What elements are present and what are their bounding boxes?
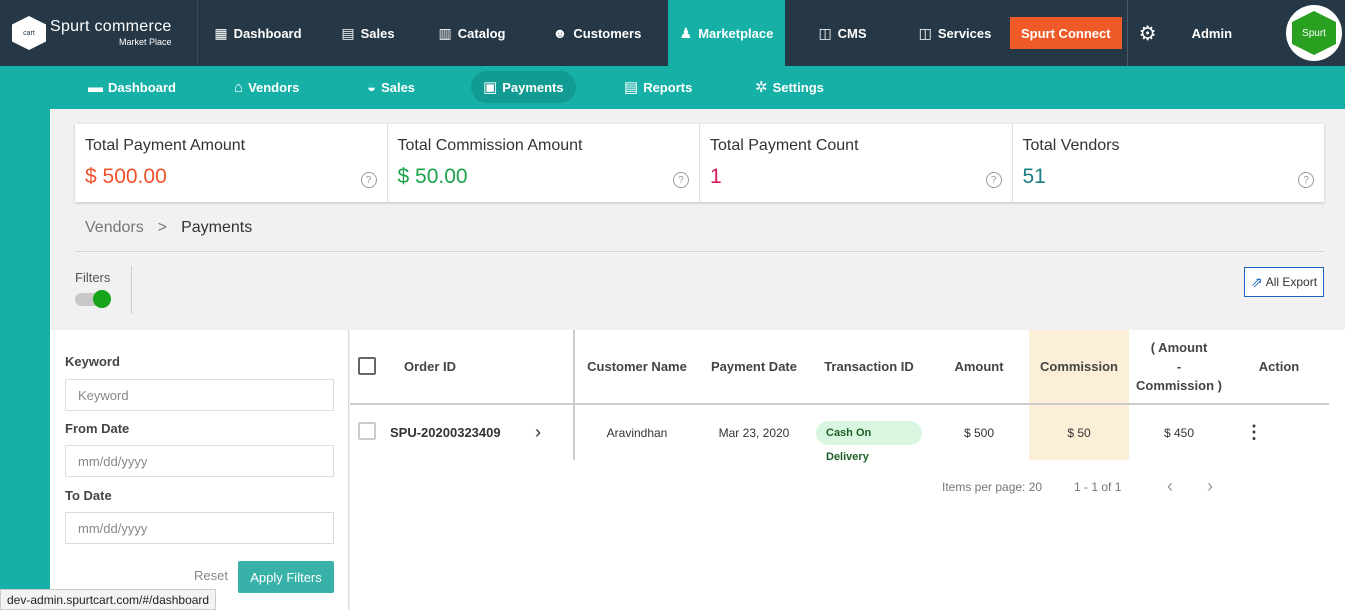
filters-separator [131, 266, 132, 314]
status-url: dev-admin.spurtcart.com/#/dashboard [0, 589, 217, 610]
subnav-reports[interactable]: ▤ Reports [612, 71, 704, 103]
basket-icon: ◒ [367, 78, 377, 96]
payments-table: Order ID Customer Name Payment Date Tran… [350, 330, 1345, 610]
transaction-chip: Cash On Delivery [816, 420, 922, 463]
header-customer-name[interactable]: Customer Name [585, 330, 689, 403]
marketplace-icon: ♟ [679, 24, 693, 41]
filter-panel: Keyword Keyword From Date mm/dd/yyyy To … [50, 330, 349, 610]
settings-icon: ✲ [755, 79, 768, 96]
help-icon[interactable]: ? [673, 172, 689, 188]
page-range: 1 - 1 of 1 [1074, 480, 1122, 494]
subnav-vendors[interactable]: ⌂ Vendors [222, 71, 311, 103]
subnav-payments[interactable]: ▣ Payments [471, 71, 576, 103]
breadcrumb-current: Payments [181, 219, 253, 236]
header-net-amount[interactable]: ( Amount - Commission ) [1129, 330, 1229, 403]
cms-icon: ◫ [818, 24, 832, 41]
subnav-sales[interactable]: ◒ Sales [355, 71, 427, 103]
export-icon: ⇗ [1250, 273, 1263, 290]
nav-marketplace[interactable]: ♟ Marketplace [668, 0, 785, 66]
breadcrumb-vendors[interactable]: Vendors [85, 219, 144, 237]
row-transaction: Cash On Delivery [816, 405, 922, 463]
breadcrumb: Vendors > Payments [85, 219, 252, 237]
avatar[interactable]: Spurt [1286, 5, 1342, 61]
brand-sub: Market Place [119, 37, 172, 47]
header-order-id[interactable]: Order ID [390, 330, 470, 403]
breadcrumb-separator: > [157, 219, 168, 236]
row-payment-date: Mar 23, 2020 [718, 425, 790, 440]
header-amount[interactable]: Amount [940, 330, 1018, 403]
subnav-settings[interactable]: ✲ Settings [743, 71, 836, 103]
divider [75, 251, 1324, 252]
stat-total-commission-amount: Total Commission Amount $ 50.00 ? [388, 124, 700, 202]
help-icon[interactable]: ? [985, 172, 1002, 188]
stat-total-payment-count: Total Payment Count 1 ? [700, 124, 1013, 202]
next-page-icon[interactable]: › [1207, 476, 1213, 497]
chevron-right-icon[interactable]: › [528, 405, 548, 460]
filters-label: Filters [75, 270, 111, 285]
top-navbar: cart Spurt commerce Market Place ▦ Dashb… [0, 0, 1345, 66]
keyword-label: Keyword [65, 354, 120, 369]
stat-total-payment-amount: Total Payment Amount $ 500.00 ? [75, 124, 388, 202]
more-vert-icon[interactable]: ⋮ [1240, 405, 1268, 460]
filters-toggle[interactable] [75, 290, 111, 308]
dashboard-icon: ▬ [88, 78, 103, 96]
nav-sales[interactable]: ▤ Sales [318, 0, 418, 66]
stat-value: $ 500.00 [85, 165, 167, 188]
home-icon: ⌂ [234, 78, 244, 96]
admin-menu[interactable]: Admin [1192, 26, 1232, 41]
column-separator [573, 330, 575, 460]
catalog-icon: ▥ [438, 24, 452, 41]
nav-customers[interactable]: ☻ Customers [526, 0, 668, 66]
stat-value: $ 50.00 [397, 165, 468, 188]
row-commission: $ 50 [1067, 425, 1091, 440]
from-date-label: From Date [65, 421, 130, 436]
stat-value: 1 [710, 165, 722, 188]
calendar-icon: ▣ [483, 79, 498, 96]
row-amount: $ 500 [963, 425, 995, 440]
subnav-dashboard[interactable]: ▬ Dashboard [76, 71, 188, 103]
nav-cms[interactable]: ◫ CMS [785, 0, 900, 66]
services-icon: ◫ [918, 24, 932, 41]
brand[interactable]: cart Spurt commerce Market Place [0, 0, 198, 66]
help-icon[interactable]: ? [360, 172, 377, 188]
to-date-label: To Date [65, 488, 112, 503]
header-payment-date[interactable]: Payment Date [700, 330, 808, 403]
avatar-logo: Spurt [1292, 11, 1336, 55]
apply-filters-button[interactable]: Apply Filters [238, 561, 334, 593]
header-action: Action [1258, 359, 1300, 374]
row-net-amount: $ 450 [1163, 425, 1195, 440]
stat-value: 51 [1022, 165, 1046, 188]
nav-catalog[interactable]: ▥ Catalog [418, 0, 526, 66]
keyword-input[interactable]: Keyword [65, 379, 334, 411]
help-icon[interactable]: ? [1298, 172, 1314, 188]
select-all-checkbox[interactable] [358, 357, 376, 375]
stat-total-vendors: Total Vendors 51 ? [1013, 124, 1325, 202]
reset-button[interactable]: Reset [194, 568, 228, 583]
gear-icon[interactable]: ⚙ [1128, 21, 1168, 46]
customers-icon: ☻ [552, 25, 568, 41]
nav-services[interactable]: ◫ Services [900, 0, 1010, 66]
nav-dashboard[interactable]: ▦ Dashboard [198, 0, 318, 66]
brand-name: Spurt commerce [50, 18, 172, 35]
left-strip [0, 109, 50, 610]
prev-page-icon[interactable]: ‹ [1167, 476, 1173, 497]
header-commission[interactable]: Commission [1029, 330, 1129, 403]
brand-logo-icon: cart [12, 16, 46, 50]
stats-cards: Total Payment Amount $ 500.00 ? Total Co… [75, 124, 1324, 202]
from-date-input[interactable]: mm/dd/yyyy [65, 445, 334, 477]
to-date-input[interactable]: mm/dd/yyyy [65, 512, 334, 544]
spurt-connect-button[interactable]: Spurt Connect [1010, 17, 1122, 49]
sub-navbar: ▬ Dashboard ⌂ Vendors ◒ Sales ▣ Payments… [0, 66, 1345, 109]
row-order-id[interactable]: SPU-20200323409 [390, 405, 526, 460]
all-export-button[interactable]: ⇗ All Export [1244, 267, 1324, 297]
header-transaction-id[interactable]: Transaction ID [816, 330, 922, 403]
report-icon: ▤ [624, 79, 639, 96]
sales-icon: ▤ [341, 24, 355, 41]
row-checkbox[interactable] [358, 422, 376, 440]
row-customer-name: Aravindhan [606, 425, 668, 440]
items-per-page[interactable]: Items per page: 20 [942, 480, 1042, 494]
dashboard-icon: ▦ [214, 24, 228, 41]
